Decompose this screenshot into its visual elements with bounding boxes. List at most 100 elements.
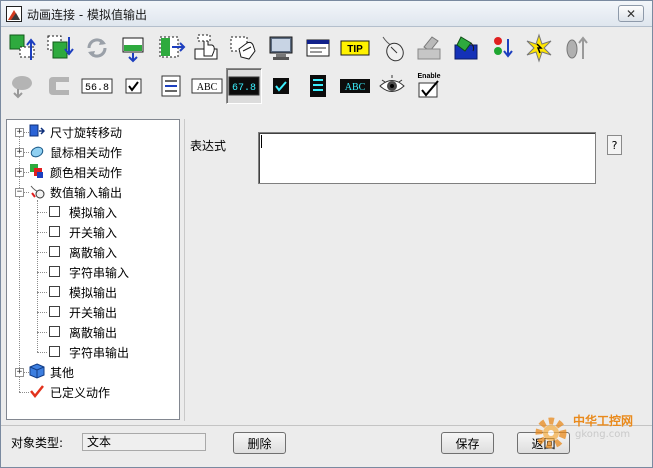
- move-horizontal-icon: [159, 36, 185, 58]
- traffic-light-button[interactable]: [485, 30, 521, 66]
- move-button[interactable]: [42, 30, 78, 66]
- analog-input-icon: 56.8: [81, 78, 113, 94]
- close-button[interactable]: ✕: [618, 5, 644, 22]
- string-input-checkbox[interactable]: [49, 266, 60, 277]
- drag-icon: [12, 76, 32, 99]
- mouse-icon: [382, 36, 404, 62]
- expression-label: 表达式: [190, 139, 227, 153]
- tree-expand-toggle[interactable]: +: [15, 128, 24, 137]
- size-move-button[interactable]: [5, 30, 41, 66]
- window-button[interactable]: [300, 30, 336, 66]
- tree-item-switch-output[interactable]: 开关输出: [69, 304, 117, 321]
- watermark-url: gkong.com: [575, 429, 631, 440]
- tree-item-string-output[interactable]: 字符串输出: [69, 344, 129, 361]
- tree-connector: [37, 272, 47, 273]
- tooltip-button[interactable]: TIP: [337, 30, 373, 66]
- analog-input-checkbox[interactable]: [49, 206, 60, 217]
- tree-node-size-move[interactable]: 尺寸旋转移动: [50, 124, 122, 141]
- tree-connector: [19, 392, 29, 393]
- tree-node-other[interactable]: 其他: [50, 364, 74, 381]
- tree-collapse-toggle[interactable]: −: [15, 188, 24, 197]
- analog-output-icon: 67.8: [228, 76, 260, 96]
- tree-connector: [37, 232, 47, 233]
- tree-node-defined-actions[interactable]: 已定义动作: [50, 384, 110, 401]
- tree-item-discrete-input[interactable]: 离散输入: [69, 244, 117, 261]
- fill-button[interactable]: [116, 30, 152, 66]
- enable-button[interactable]: Enable: [411, 68, 447, 104]
- switch-output-checkbox[interactable]: [49, 306, 60, 317]
- action-tree[interactable]: + 尺寸旋转移动 + 鼠标相关动作 + 颜色相关动作 − 数值输入输出 模拟输入…: [6, 119, 180, 420]
- traffic-light-icon: [493, 37, 513, 58]
- switch-input-checkbox[interactable]: [49, 226, 60, 237]
- color-fill-button[interactable]: [448, 30, 484, 66]
- tree-item-analog-input[interactable]: 模拟输入: [69, 204, 117, 221]
- mouse-node-icon: [30, 146, 44, 158]
- tree-item-analog-output[interactable]: 模拟输出: [69, 284, 117, 301]
- string-output-checkbox[interactable]: [49, 346, 60, 357]
- discrete-output-button[interactable]: [263, 68, 299, 104]
- toolbar-animation: TIP: [5, 30, 595, 66]
- tree-item-switch-input[interactable]: 开关输入: [69, 224, 117, 241]
- visibility-icon: [379, 75, 405, 92]
- string-output-button[interactable]: ABC: [337, 68, 373, 104]
- panel-divider: [184, 119, 185, 421]
- zoom-out-icon: [566, 36, 589, 59]
- touch-button[interactable]: [189, 30, 225, 66]
- eraser-button[interactable]: [411, 30, 447, 66]
- delete-button-label: 删除: [247, 436, 272, 451]
- string-input-icon: ABC: [191, 78, 223, 94]
- expression-input[interactable]: [258, 132, 596, 184]
- expression-help-button[interactable]: ?: [607, 135, 622, 155]
- list-input-button[interactable]: [153, 68, 189, 104]
- save-button-label: 保存: [455, 436, 480, 451]
- click-button[interactable]: [226, 30, 262, 66]
- discrete-output-checkbox[interactable]: [49, 326, 60, 337]
- visibility-button[interactable]: [374, 68, 410, 104]
- tree-node-value-io[interactable]: 数值输入输出: [50, 184, 122, 201]
- delete-button[interactable]: 删除: [233, 432, 286, 454]
- discrete-output-icon: [273, 78, 290, 94]
- analog-input-button[interactable]: 56.8: [79, 68, 115, 104]
- string-input-button[interactable]: ABC: [189, 68, 225, 104]
- analog-output-checkbox[interactable]: [49, 286, 60, 297]
- window-title: 动画连接 - 模拟值输出: [27, 8, 147, 22]
- color-fill-icon: [454, 36, 478, 60]
- shape-icon: [48, 77, 69, 95]
- move-horizontal-button[interactable]: [153, 30, 189, 66]
- click-icon: [230, 36, 256, 60]
- tree-expand-toggle[interactable]: +: [15, 168, 24, 177]
- rotate-button[interactable]: [79, 30, 115, 66]
- list-output-button[interactable]: [300, 68, 336, 104]
- shape-button[interactable]: [42, 68, 78, 104]
- save-button[interactable]: 保存: [441, 432, 494, 454]
- color-node-icon: [30, 164, 43, 178]
- enable-icon-text: Enable: [417, 73, 440, 80]
- tree-node-color[interactable]: 颜色相关动作: [50, 164, 122, 181]
- tree-node-mouse[interactable]: 鼠标相关动作: [50, 144, 122, 161]
- monitor-button[interactable]: [263, 30, 299, 66]
- tree-expand-toggle[interactable]: +: [15, 368, 24, 377]
- tree-connector: [37, 312, 47, 313]
- tree-connector: [37, 200, 38, 352]
- enable-icon: Enable: [417, 73, 440, 98]
- tree-expand-toggle[interactable]: +: [15, 148, 24, 157]
- analog-output-button[interactable]: 67.8: [226, 68, 263, 104]
- discrete-input-checkbox[interactable]: [49, 246, 60, 257]
- tree-item-discrete-output[interactable]: 离散输出: [69, 324, 117, 341]
- toolbar-io: 56.8 ABC 67.8 ABC Enable: [5, 68, 448, 104]
- close-icon: ✕: [625, 6, 637, 21]
- move-icon: [47, 35, 74, 59]
- eraser-icon: [417, 36, 441, 60]
- flash-button[interactable]: [521, 30, 557, 66]
- drag-button[interactable]: [5, 68, 41, 104]
- checkbox-input-button[interactable]: [116, 68, 152, 104]
- tree-connector: [37, 252, 47, 253]
- tree-connector: [37, 352, 47, 353]
- analog-output-icon-text: 67.8: [232, 83, 256, 94]
- mouse-button[interactable]: [374, 30, 410, 66]
- tree-item-string-input[interactable]: 字符串输入: [69, 264, 129, 281]
- flash-icon: [527, 33, 552, 63]
- dialog-window: 动画连接 - 模拟值输出 ✕ TIP 56.8 ABC 67.8 ABC Ena…: [0, 0, 653, 468]
- zoom-out-button[interactable]: [558, 30, 594, 66]
- tooltip-icon-text: TIP: [347, 44, 363, 55]
